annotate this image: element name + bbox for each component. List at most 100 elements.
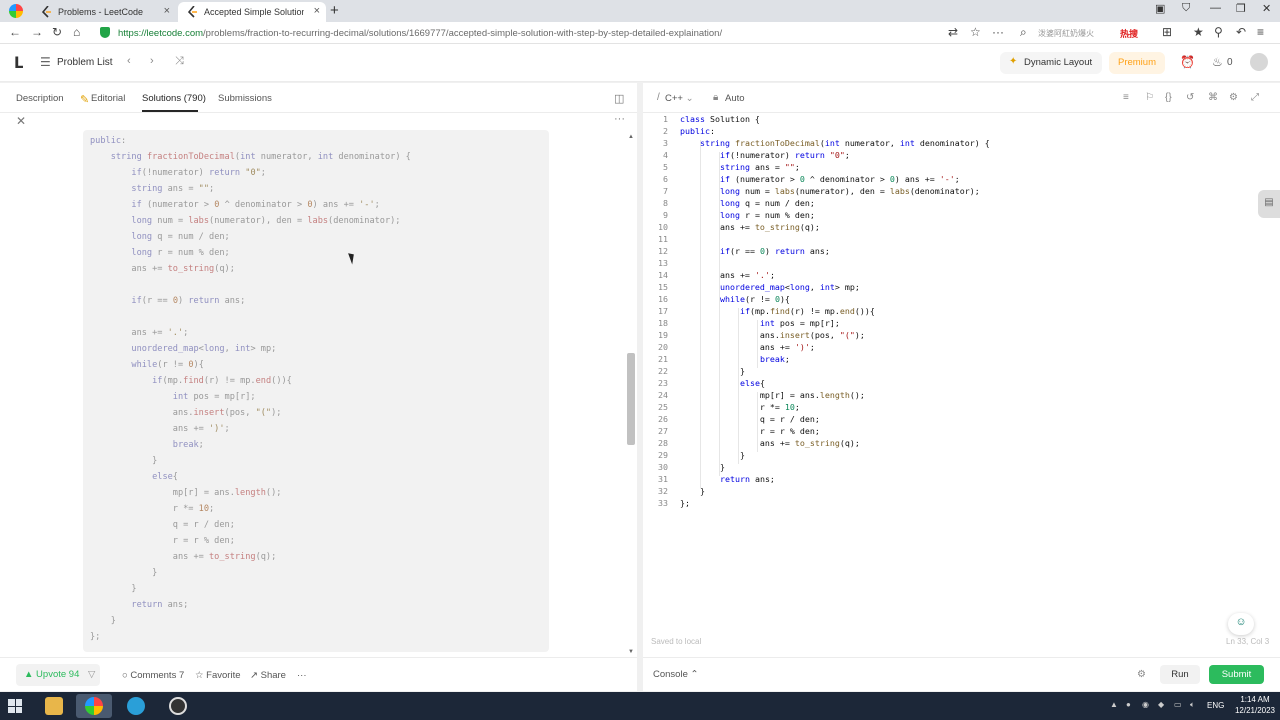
feedback-chat-icon[interactable]: ☺: [1228, 613, 1254, 635]
favorites-icon[interactable]: ★: [1193, 25, 1204, 39]
shield-icon[interactable]: ⛉: [1182, 2, 1190, 15]
panel-layout-icon[interactable]: ◫: [614, 92, 624, 105]
back-icon[interactable]: ←: [9, 25, 21, 39]
editor-line[interactable]: 13: [643, 258, 1280, 270]
console-toggle[interactable]: Console ⌃: [653, 669, 698, 680]
premium-button[interactable]: Premium: [1109, 52, 1165, 74]
network-icon[interactable]: ▭: [1174, 700, 1182, 709]
translate-icon[interactable]: ⇄: [948, 25, 958, 39]
editor-line[interactable]: 2 public:: [643, 126, 1280, 138]
bookmark-icon[interactable]: ⚐: [1145, 92, 1154, 103]
editor-line[interactable]: 4 if(!numerator) return "0";: [643, 150, 1280, 162]
next-problem-icon[interactable]: ›: [150, 55, 154, 67]
reset-icon[interactable]: ↺: [1186, 92, 1194, 103]
tab-editorial[interactable]: Editorial: [91, 93, 125, 104]
editor-line[interactable]: 29 }: [643, 450, 1280, 462]
editor-line[interactable]: 11: [643, 234, 1280, 246]
code-editor[interactable]: 1 class Solution {2 public: 3 string fracti…: [643, 114, 1280, 624]
editor-line[interactable]: 9 long r = num % den;: [643, 210, 1280, 222]
edge-icon[interactable]: [118, 694, 154, 718]
avatar[interactable]: [1250, 53, 1268, 71]
streak-fire-icon[interactable]: ♨: [1212, 55, 1223, 69]
editor-line[interactable]: 10 ans += to_string(q);: [643, 222, 1280, 234]
editor-line[interactable]: 22 }: [643, 366, 1280, 378]
editor-line[interactable]: 24 mp[r] = ans.length();: [643, 390, 1280, 402]
footer-more-button[interactable]: ···: [297, 670, 307, 681]
dynamic-layout-button[interactable]: ✦ Dynamic Layout: [1000, 52, 1103, 74]
tray-expand-icon[interactable]: ▲: [1110, 700, 1118, 709]
browser-tab-problems[interactable]: Problems - LeetCode ×: [32, 2, 176, 22]
tab-solutions[interactable]: Solutions (790): [142, 93, 206, 104]
reload-icon[interactable]: ↻: [52, 25, 62, 39]
alarm-clock-icon[interactable]: ⏰: [1180, 55, 1195, 69]
close-tab-icon[interactable]: ×: [314, 5, 320, 17]
apps-grid-icon[interactable]: ⊞: [1162, 25, 1172, 39]
close-tab-icon[interactable]: ×: [164, 5, 170, 17]
editor-line[interactable]: 15 unordered_map<long, int> mp;: [643, 282, 1280, 294]
editor-line[interactable]: 16 while(r != 0){: [643, 294, 1280, 306]
editor-line[interactable]: 5 string ans = "";: [643, 162, 1280, 174]
problem-list-link[interactable]: Problem List: [57, 57, 113, 68]
editor-line[interactable]: 17 if(mp.find(r) != mp.end()){: [643, 306, 1280, 318]
tab-list-icon[interactable]: ▣: [1155, 2, 1165, 15]
editor-line[interactable]: 33};: [643, 498, 1280, 510]
editor-line[interactable]: 26 q = r / den;: [643, 414, 1280, 426]
scroll-down-icon[interactable]: ▼: [628, 649, 634, 655]
browser-tab-solution[interactable]: Accepted Simple Solution with ×: [178, 2, 326, 22]
bookmark-star-icon[interactable]: ☆: [970, 25, 981, 39]
editor-line[interactable]: 18 int pos = mp[r];: [643, 318, 1280, 330]
braces-icon[interactable]: {}: [1165, 92, 1172, 103]
editor-line[interactable]: 1 class Solution {: [643, 114, 1280, 126]
start-menu-icon[interactable]: [8, 699, 22, 713]
volume-icon[interactable]: 🔈︎: [1190, 700, 1195, 710]
undo-icon[interactable]: ↶: [1236, 25, 1246, 39]
secure-lock-icon[interactable]: [100, 27, 110, 38]
tab-description[interactable]: Description: [16, 93, 64, 104]
leetcode-logo-icon[interactable]: ᒪ: [14, 54, 23, 72]
extension-icon[interactable]: ⚲: [1214, 25, 1223, 39]
menu-icon[interactable]: ≡: [1257, 25, 1264, 39]
tray-app-icon[interactable]: ●: [1126, 700, 1131, 709]
hot-search-label[interactable]: 热搜: [1120, 27, 1138, 40]
scroll-up-icon[interactable]: ▲: [628, 134, 634, 140]
run-button[interactable]: Run: [1160, 665, 1200, 684]
editor-line[interactable]: 21 break;: [643, 354, 1280, 366]
downvote-icon[interactable]: ▽: [88, 669, 95, 680]
tray-obs-icon[interactable]: ◉: [1142, 700, 1149, 709]
editor-line[interactable]: 3 string fractionToDecimal(int numerator…: [643, 138, 1280, 150]
debug-icon[interactable]: ⚙: [1137, 669, 1146, 680]
clock-time[interactable]: 1:14 AM: [1236, 695, 1274, 704]
editor-line[interactable]: 19 ans.insert(pos, "(");: [643, 330, 1280, 342]
shuffle-icon[interactable]: ⤨: [175, 55, 184, 68]
list-icon[interactable]: ☰: [40, 55, 51, 69]
url-input[interactable]: https://leetcode.com/problems/fraction-t…: [118, 28, 722, 39]
file-explorer-icon[interactable]: [36, 694, 72, 718]
editor-line[interactable]: 28 ans += to_string(q);: [643, 438, 1280, 450]
close-window-icon[interactable]: ✕: [1262, 2, 1271, 15]
editor-line[interactable]: 27 r = r % den;: [643, 426, 1280, 438]
editor-line[interactable]: 14 ans += '.';: [643, 270, 1280, 282]
shortcuts-icon[interactable]: ⌘: [1208, 92, 1218, 103]
settings-gear-icon[interactable]: ⚙: [1229, 92, 1238, 103]
editor-line[interactable]: 12 if(r == 0) return ans;: [643, 246, 1280, 258]
new-tab-icon[interactable]: +: [330, 2, 339, 19]
forward-icon[interactable]: →: [31, 25, 43, 39]
editor-line[interactable]: 20 ans += ')';: [643, 342, 1280, 354]
editor-line[interactable]: 32 }: [643, 486, 1280, 498]
format-icon[interactable]: ≡: [1123, 92, 1129, 103]
fullscreen-icon[interactable]: ⤢: [1251, 92, 1259, 103]
editor-line[interactable]: 31 return ans;: [643, 474, 1280, 486]
editor-line[interactable]: 8 long q = num / den;: [643, 198, 1280, 210]
obs-icon[interactable]: [160, 694, 196, 718]
tray-security-icon[interactable]: ◆: [1158, 700, 1164, 709]
browser-logo-icon[interactable]: [9, 4, 23, 18]
left-scrollbar-thumb[interactable]: [627, 353, 635, 445]
home-icon[interactable]: ⌂: [73, 25, 80, 39]
more-dots-icon[interactable]: ···: [992, 25, 1004, 39]
restore-icon[interactable]: ❐: [1236, 2, 1246, 15]
search-icon[interactable]: ⌕: [1020, 25, 1027, 40]
language-select[interactable]: C++ ⌄: [665, 93, 694, 104]
minimize-icon[interactable]: —: [1210, 2, 1221, 14]
editor-line[interactable]: 7 long num = labs(numerator), den = labs…: [643, 186, 1280, 198]
submit-button[interactable]: Submit: [1209, 665, 1264, 684]
